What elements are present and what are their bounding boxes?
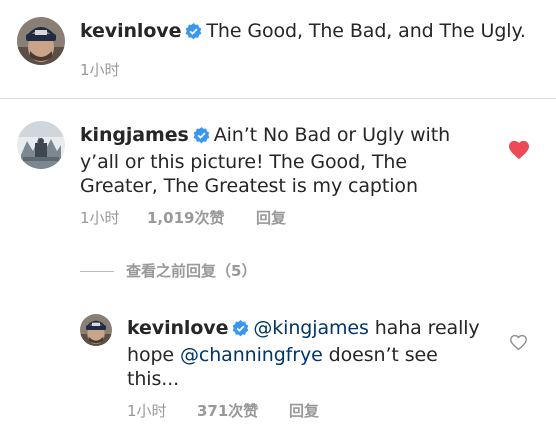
reply-text-block: kevinlove @kingjames haha really hope @ch… <box>127 316 492 391</box>
post-caption: kevinlove The Good, The Bad, and The Ugly… <box>80 19 540 46</box>
mention-link[interactable]: @channingfrye <box>180 344 323 366</box>
divider <box>0 98 556 99</box>
comment-author-avatar[interactable] <box>17 121 65 169</box>
comment-reply-button[interactable]: 回复 <box>256 207 286 228</box>
reply-meta: 1小时 371次赞 回复 <box>127 400 427 420</box>
reply-likes-count[interactable]: 371次赞 <box>197 400 258 421</box>
post-meta: 1小时 <box>80 59 280 79</box>
post-author-avatar[interactable] <box>17 17 65 65</box>
post-author-username[interactable]: kevinlove <box>80 20 181 42</box>
reply-author-username[interactable]: kevinlove <box>127 317 228 339</box>
replies-divider-line <box>80 271 114 272</box>
reply-reply-button[interactable]: 回复 <box>289 400 319 421</box>
comment-likes-count[interactable]: 1,019次赞 <box>147 207 224 228</box>
heart-outline-icon[interactable] <box>509 334 528 351</box>
view-previous-replies-label: 查看之前回复（5） <box>126 262 257 280</box>
verified-badge-icon <box>232 319 249 343</box>
verified-badge-icon <box>193 126 210 150</box>
heart-filled-icon[interactable] <box>508 140 530 160</box>
post-caption-text: The Good, The Bad, and The Ugly. <box>206 20 526 42</box>
post-timestamp: 1小时 <box>80 61 120 79</box>
comment-timestamp: 1小时 <box>80 209 120 227</box>
mention-link[interactable]: @kingjames <box>253 317 369 339</box>
reply-timestamp: 1小时 <box>127 402 167 420</box>
comment-text-block: kingjames Ain’t No Bad or Ugly with y’all… <box>80 123 476 198</box>
reply-author-avatar[interactable] <box>80 314 112 346</box>
verified-badge-icon <box>185 22 202 46</box>
comment-author-username[interactable]: kingjames <box>80 124 189 146</box>
comment-meta: 1小时 1,019次赞 回复 <box>80 207 380 227</box>
